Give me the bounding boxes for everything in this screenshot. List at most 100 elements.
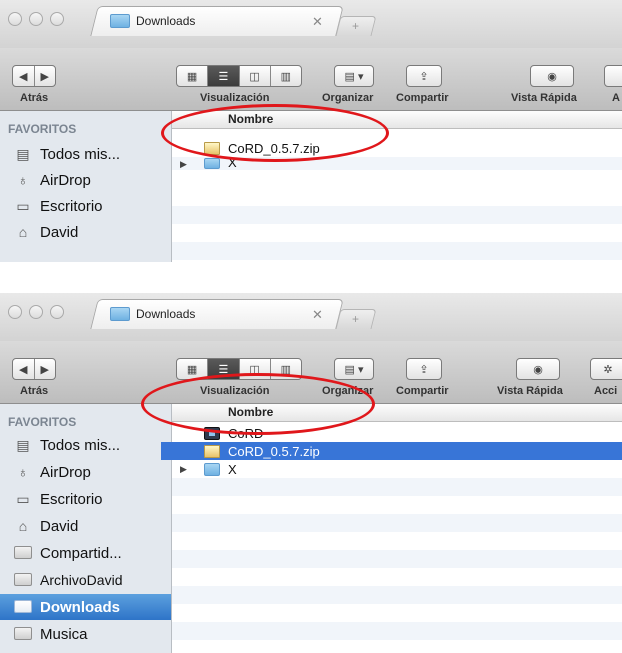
disclosure-triangle-icon[interactable]: ▶ bbox=[180, 464, 187, 475]
file-row[interactable]: ▶ X bbox=[172, 155, 622, 170]
column-view-icon[interactable]: ◫ bbox=[240, 359, 271, 379]
sidebar-item-home[interactable]: ⌂ David bbox=[0, 219, 171, 245]
sidebar-item-label: Downloads bbox=[40, 598, 121, 616]
eye-icon: ◉ bbox=[533, 363, 543, 376]
all-files-icon: ▤ bbox=[16, 146, 30, 162]
gear-icon: ✲ bbox=[603, 363, 613, 376]
sidebar-item-label: Compartid... bbox=[40, 544, 122, 562]
title-bar: Downloads ✕ + bbox=[0, 293, 622, 342]
share-button[interactable]: ⇪ bbox=[406, 65, 442, 87]
sidebar-item-archivodavid[interactable]: ArchivoDavid bbox=[0, 567, 171, 593]
sidebar-item-airdrop[interactable]: ♁ AirDrop bbox=[0, 167, 171, 193]
back-forward-button[interactable]: ◀ ▶ bbox=[12, 358, 56, 380]
quicklook-label: Vista Rápida bbox=[511, 92, 577, 104]
sidebar-item-airdrop[interactable]: ♁ AirDrop bbox=[0, 459, 171, 485]
file-name: X bbox=[228, 155, 237, 170]
eye-icon: ◉ bbox=[547, 70, 557, 83]
view-switcher[interactable]: ▦ ☰ ◫ ▥ bbox=[176, 358, 302, 380]
title-bar: Downloads ✕ + bbox=[0, 0, 622, 49]
folder-icon bbox=[110, 14, 130, 28]
home-icon: ⌂ bbox=[18, 224, 28, 240]
file-list: Nombre CoRD_0.5.7.zip ▶ X bbox=[172, 111, 622, 262]
desktop-icon: ▭ bbox=[16, 491, 30, 507]
forward-arrow-icon[interactable]: ▶ bbox=[35, 66, 56, 86]
arrange-button[interactable]: ▤ ▾ bbox=[334, 358, 374, 380]
disclosure-triangle-icon[interactable]: ▶ bbox=[180, 159, 187, 170]
icon-view-icon[interactable]: ▦ bbox=[177, 359, 209, 379]
downloads-folder-icon bbox=[14, 599, 32, 615]
close-window-button[interactable] bbox=[8, 12, 22, 26]
sidebar-item-desktop[interactable]: ▭ Escritorio bbox=[0, 193, 171, 219]
zoom-window-button[interactable] bbox=[50, 305, 64, 319]
file-row[interactable]: CoRD_0.5.7.zip bbox=[172, 139, 622, 157]
icon-view-icon[interactable]: ▦ bbox=[177, 66, 209, 86]
organize-label: Organizar bbox=[322, 92, 374, 104]
empty-row bbox=[172, 242, 622, 260]
file-row-selected[interactable]: CoRD_0.5.7.zip bbox=[161, 442, 622, 460]
column-header-label: Nombre bbox=[228, 405, 274, 419]
finder-window-before: Downloads ✕ + ◀ ▶ Atrás ▦ ☰ ◫ ▥ Visualiz… bbox=[0, 0, 622, 262]
minimize-window-button[interactable] bbox=[29, 12, 43, 26]
column-header[interactable]: Nombre bbox=[172, 111, 622, 129]
action-button[interactable]: ✲ bbox=[590, 358, 622, 380]
quicklook-label: Vista Rápida bbox=[497, 385, 563, 397]
toolbar: ◀ ▶ Atrás ▦ ☰ ◫ ▥ Visualización ▤ ▾ Orga… bbox=[0, 341, 622, 404]
sidebar-item-music[interactable]: Musica bbox=[0, 621, 171, 647]
share-icon: ⇪ bbox=[419, 70, 429, 83]
file-name: X bbox=[228, 461, 237, 477]
zoom-window-button[interactable] bbox=[50, 12, 64, 26]
sidebar-item-label: AirDrop bbox=[40, 171, 91, 189]
file-row[interactable]: CoRD bbox=[172, 424, 622, 442]
forward-arrow-icon[interactable]: ▶ bbox=[35, 359, 56, 379]
new-tab-button[interactable]: + bbox=[335, 309, 377, 329]
action-button[interactable] bbox=[604, 65, 622, 87]
back-arrow-icon[interactable]: ◀ bbox=[13, 359, 35, 379]
sidebar-item-label: AirDrop bbox=[40, 463, 91, 481]
sidebar-item-label: Musica bbox=[40, 625, 88, 643]
coverflow-view-icon[interactable]: ▥ bbox=[271, 66, 301, 86]
sidebar-item-all-files[interactable]: ▤ Todos mis... bbox=[0, 141, 171, 167]
share-button[interactable]: ⇪ bbox=[406, 358, 442, 380]
view-switcher[interactable]: ▦ ☰ ◫ ▥ bbox=[176, 65, 302, 87]
share-label: Compartir bbox=[396, 385, 449, 397]
list-view-icon[interactable]: ☰ bbox=[208, 66, 240, 86]
minimize-window-button[interactable] bbox=[29, 305, 43, 319]
file-row[interactable]: ▶ X bbox=[172, 460, 622, 478]
tab-close-icon[interactable]: ✕ bbox=[312, 307, 323, 323]
back-arrow-icon[interactable]: ◀ bbox=[13, 66, 35, 86]
sidebar-item-label: Todos mis... bbox=[40, 145, 121, 163]
desktop-icon: ▭ bbox=[16, 198, 30, 214]
quicklook-button[interactable]: ◉ bbox=[516, 358, 560, 380]
zip-icon bbox=[204, 445, 220, 458]
column-view-icon[interactable]: ◫ bbox=[240, 66, 271, 86]
action-label: Acci bbox=[594, 385, 618, 397]
plus-icon: + bbox=[352, 312, 360, 326]
share-label: Compartir bbox=[396, 92, 449, 104]
sidebar-item-downloads[interactable]: Downloads bbox=[0, 594, 171, 620]
airdrop-icon: ♁ bbox=[17, 464, 29, 480]
sidebar-item-desktop[interactable]: ▭ Escritorio bbox=[0, 486, 171, 512]
coverflow-view-icon[interactable]: ▥ bbox=[271, 359, 301, 379]
column-header[interactable]: Nombre bbox=[172, 404, 622, 422]
arrange-button[interactable]: ▤ ▾ bbox=[334, 65, 374, 87]
sidebar-item-all-files[interactable]: ▤ Todos mis... bbox=[0, 432, 171, 458]
tab-close-icon[interactable]: ✕ bbox=[312, 14, 323, 30]
empty-row bbox=[172, 478, 622, 496]
finder-window-after: Downloads ✕ + ◀ ▶ Atrás ▦ ☰ ◫ ▥ Visualiz… bbox=[0, 293, 622, 653]
file-name: CoRD_0.5.7.zip bbox=[228, 140, 320, 156]
back-forward-button[interactable]: ◀ ▶ bbox=[12, 65, 56, 87]
list-view-icon[interactable]: ☰ bbox=[208, 359, 240, 379]
new-tab-button[interactable]: + bbox=[335, 16, 377, 36]
sidebar-item-shared[interactable]: Compartid... bbox=[0, 540, 171, 566]
organize-label: Organizar bbox=[322, 385, 374, 397]
sidebar-item-label: Escritorio bbox=[40, 197, 103, 215]
quicklook-button[interactable]: ◉ bbox=[530, 65, 574, 87]
sidebar-item-home[interactable]: ⌂ David bbox=[0, 513, 171, 539]
folder-icon bbox=[204, 463, 220, 476]
share-icon: ⇪ bbox=[419, 363, 429, 376]
folder-icon bbox=[110, 307, 130, 321]
close-window-button[interactable] bbox=[8, 305, 22, 319]
cord-app-icon bbox=[204, 427, 220, 440]
home-icon: ⌂ bbox=[18, 518, 28, 534]
arrange-icon: ▤ ▾ bbox=[344, 70, 364, 83]
